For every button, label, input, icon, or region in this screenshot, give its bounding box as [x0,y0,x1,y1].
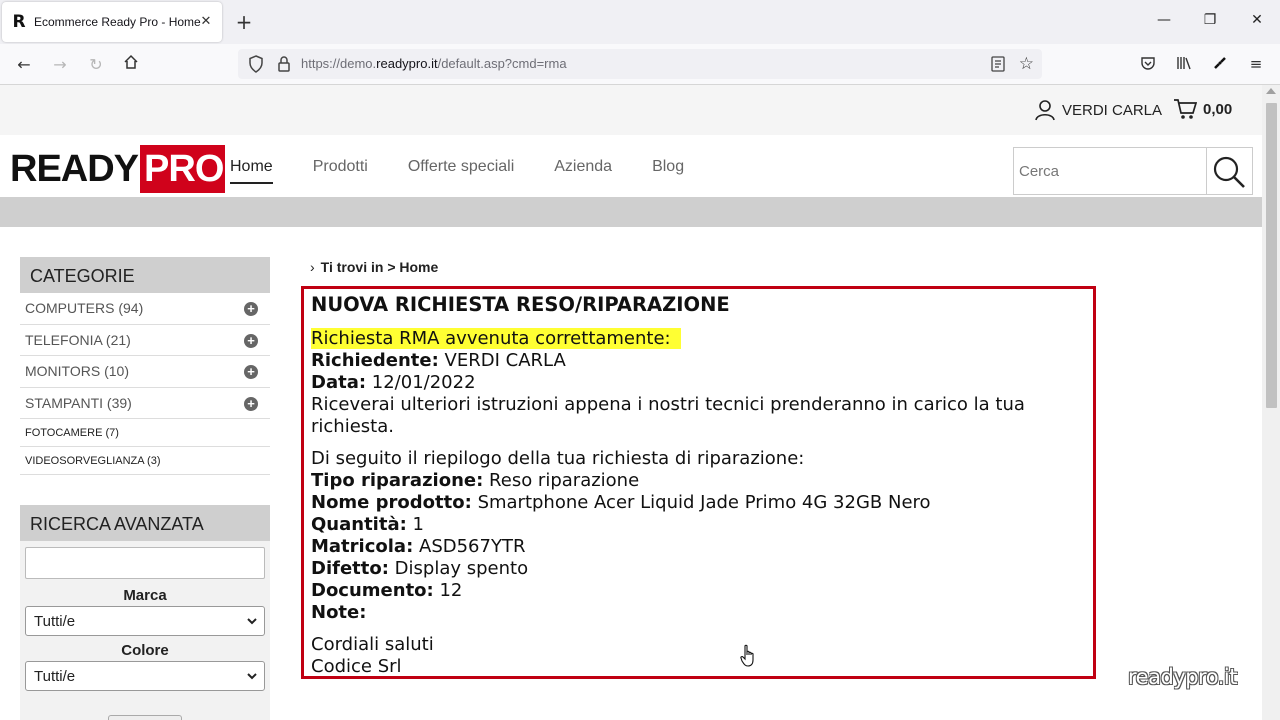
document-row: Documento: 12 [311,580,463,601]
nav-azienda[interactable]: Azienda [554,158,612,184]
search-input[interactable]: Cerca [1019,163,1059,180]
rma-confirmation-card: NUOVA RICHIESTA RESO/RIPARAZIONE Richies… [301,286,1096,679]
cart-icon [1174,99,1197,119]
cart-total: 0,00 [1203,100,1233,118]
category-computers[interactable]: COMPUTERS (94) + [20,293,270,325]
search-icon[interactable] [1212,155,1246,189]
company-name: Codice Srl [311,656,402,677]
scroll-up-icon[interactable] [1266,88,1276,94]
rma-success-message: Richiesta RMA avvenuta correttamente: [311,328,681,349]
category-stampanti[interactable]: STAMPANTI (39) + [20,388,270,419]
nav-blog[interactable]: Blog [652,158,684,184]
restore-icon[interactable]: ❐ [1198,12,1222,32]
reader-view-icon[interactable] [990,56,1006,72]
menu-icon[interactable]: ≡ [1246,55,1266,75]
breadcrumb: › Ti trovi in > Home [310,259,439,275]
color-label: Colore [121,642,169,659]
home-icon[interactable] [120,54,142,76]
repair-type-row: Tipo riparazione: Reso riparazione [311,470,640,491]
shield-icon[interactable] [248,55,264,73]
scrollbar-thumb[interactable] [1266,103,1277,408]
date-row: Data: 12/01/2022 [311,372,476,393]
serial-number-row: Matricola: ASD567YTR [311,536,526,557]
browser-tab[interactable]: R Ecommerce Ready Pro - Home ✕ [2,2,222,42]
chevron-down-icon [247,673,257,680]
color-select[interactable]: Tutti/e [25,661,265,691]
forward-icon[interactable]: → [49,54,71,76]
defect-row: Difetto: Display spento [311,558,529,579]
lock-icon[interactable] [276,55,292,73]
pocket-icon[interactable] [1138,55,1158,75]
category-monitors[interactable]: MONITORS (10) + [20,356,270,388]
extensions-icon[interactable] [1210,55,1230,75]
close-tab-icon[interactable]: ✕ [198,14,214,30]
browser-tab-bar: R Ecommerce Ready Pro - Home ✕ + — ❐ ✕ [0,0,1280,44]
readypro-watermark: readypro.it [1128,665,1237,689]
bookmark-star-icon[interactable]: ☆ [1019,54,1034,74]
account-name: VERDI CARLA [1062,101,1163,119]
site-logo[interactable]: READY PRO [10,145,226,193]
chevron-right-icon: › [310,259,315,275]
category-list: COMPUTERS (94) + TELEFONIA (21) + MONITO… [20,293,270,475]
hand-cursor-icon [740,644,754,667]
quantity-row: Quantità: 1 [311,514,424,535]
rma-summary-intro: Di seguito il riepilogo della tua richie… [311,448,805,469]
nav-home[interactable]: Home [230,158,273,184]
close-window-icon[interactable]: ✕ [1245,12,1269,32]
nav-offerte-speciali[interactable]: Offerte speciali [408,158,514,184]
brand-label: Marca [123,587,167,604]
readypro-favicon-icon: R [12,12,26,32]
page-scrollbar[interactable] [1262,85,1280,720]
account-link[interactable]: VERDI CARLA [1034,99,1162,121]
address-bar[interactable]: https://demo.readypro.it/default.asp?cmd… [238,49,1042,79]
expand-plus-icon[interactable]: + [244,302,258,316]
notes-row: Note: [311,602,367,623]
category-fotocamere[interactable]: FOTOCAMERE (7) [20,419,270,447]
library-icon[interactable] [1174,55,1194,75]
user-icon [1035,100,1055,121]
product-name-row: Nome prodotto: Smartphone Acer Liquid Ja… [311,492,931,513]
back-icon[interactable]: ← [13,54,35,76]
expand-plus-icon[interactable]: + [244,365,258,379]
greeting-text: Cordiali saluti [311,634,434,655]
rma-title: NUOVA RICHIESTA RESO/RIPARAZIONE [311,293,730,316]
new-tab-icon[interactable]: + [234,12,254,32]
minimize-icon[interactable]: — [1152,12,1176,32]
tab-title: Ecommerce Ready Pro - Home [34,15,201,29]
header-grey-band [0,197,1262,227]
rma-info-text: Riceverai ulteriori istruzioni appena i … [311,394,1025,437]
search-box: Cerca [1013,147,1253,195]
chevron-down-icon [247,618,257,625]
category-videosorveglianza[interactable]: VIDEOSORVEGLIANZA (3) [20,447,270,475]
search-divider [1206,148,1207,194]
browser-nav-bar: ← → ↻ https://demo.readypro.it/default.a… [0,44,1280,85]
expand-plus-icon[interactable]: + [244,333,258,348]
category-telefonia[interactable]: TELEFONIA (21) + [20,325,270,356]
expand-plus-icon[interactable]: + [244,396,258,411]
page-viewport: VERDI CARLA 0,00 READY PRO Home Prodotti… [0,85,1262,720]
advanced-search-title: RICERCA AVANZATA [20,505,270,541]
nav-prodotti[interactable]: Prodotti [313,158,368,184]
brand-select[interactable]: Tutti/e [25,606,265,636]
requester-row: Richiedente: VERDI CARLA [311,350,566,371]
advanced-search-input[interactable] [25,547,265,579]
main-navigation: Home Prodotti Offerte speciali Azienda B… [230,158,724,184]
url-text[interactable]: https://demo.readypro.it/default.asp?cmd… [301,56,567,71]
categories-title: CATEGORIE [20,257,270,293]
advanced-search-button[interactable] [108,715,182,720]
breadcrumb-home[interactable]: Home [399,259,438,275]
cart-link[interactable]: 0,00 [1173,98,1232,120]
reload-icon[interactable]: ↻ [85,54,107,76]
